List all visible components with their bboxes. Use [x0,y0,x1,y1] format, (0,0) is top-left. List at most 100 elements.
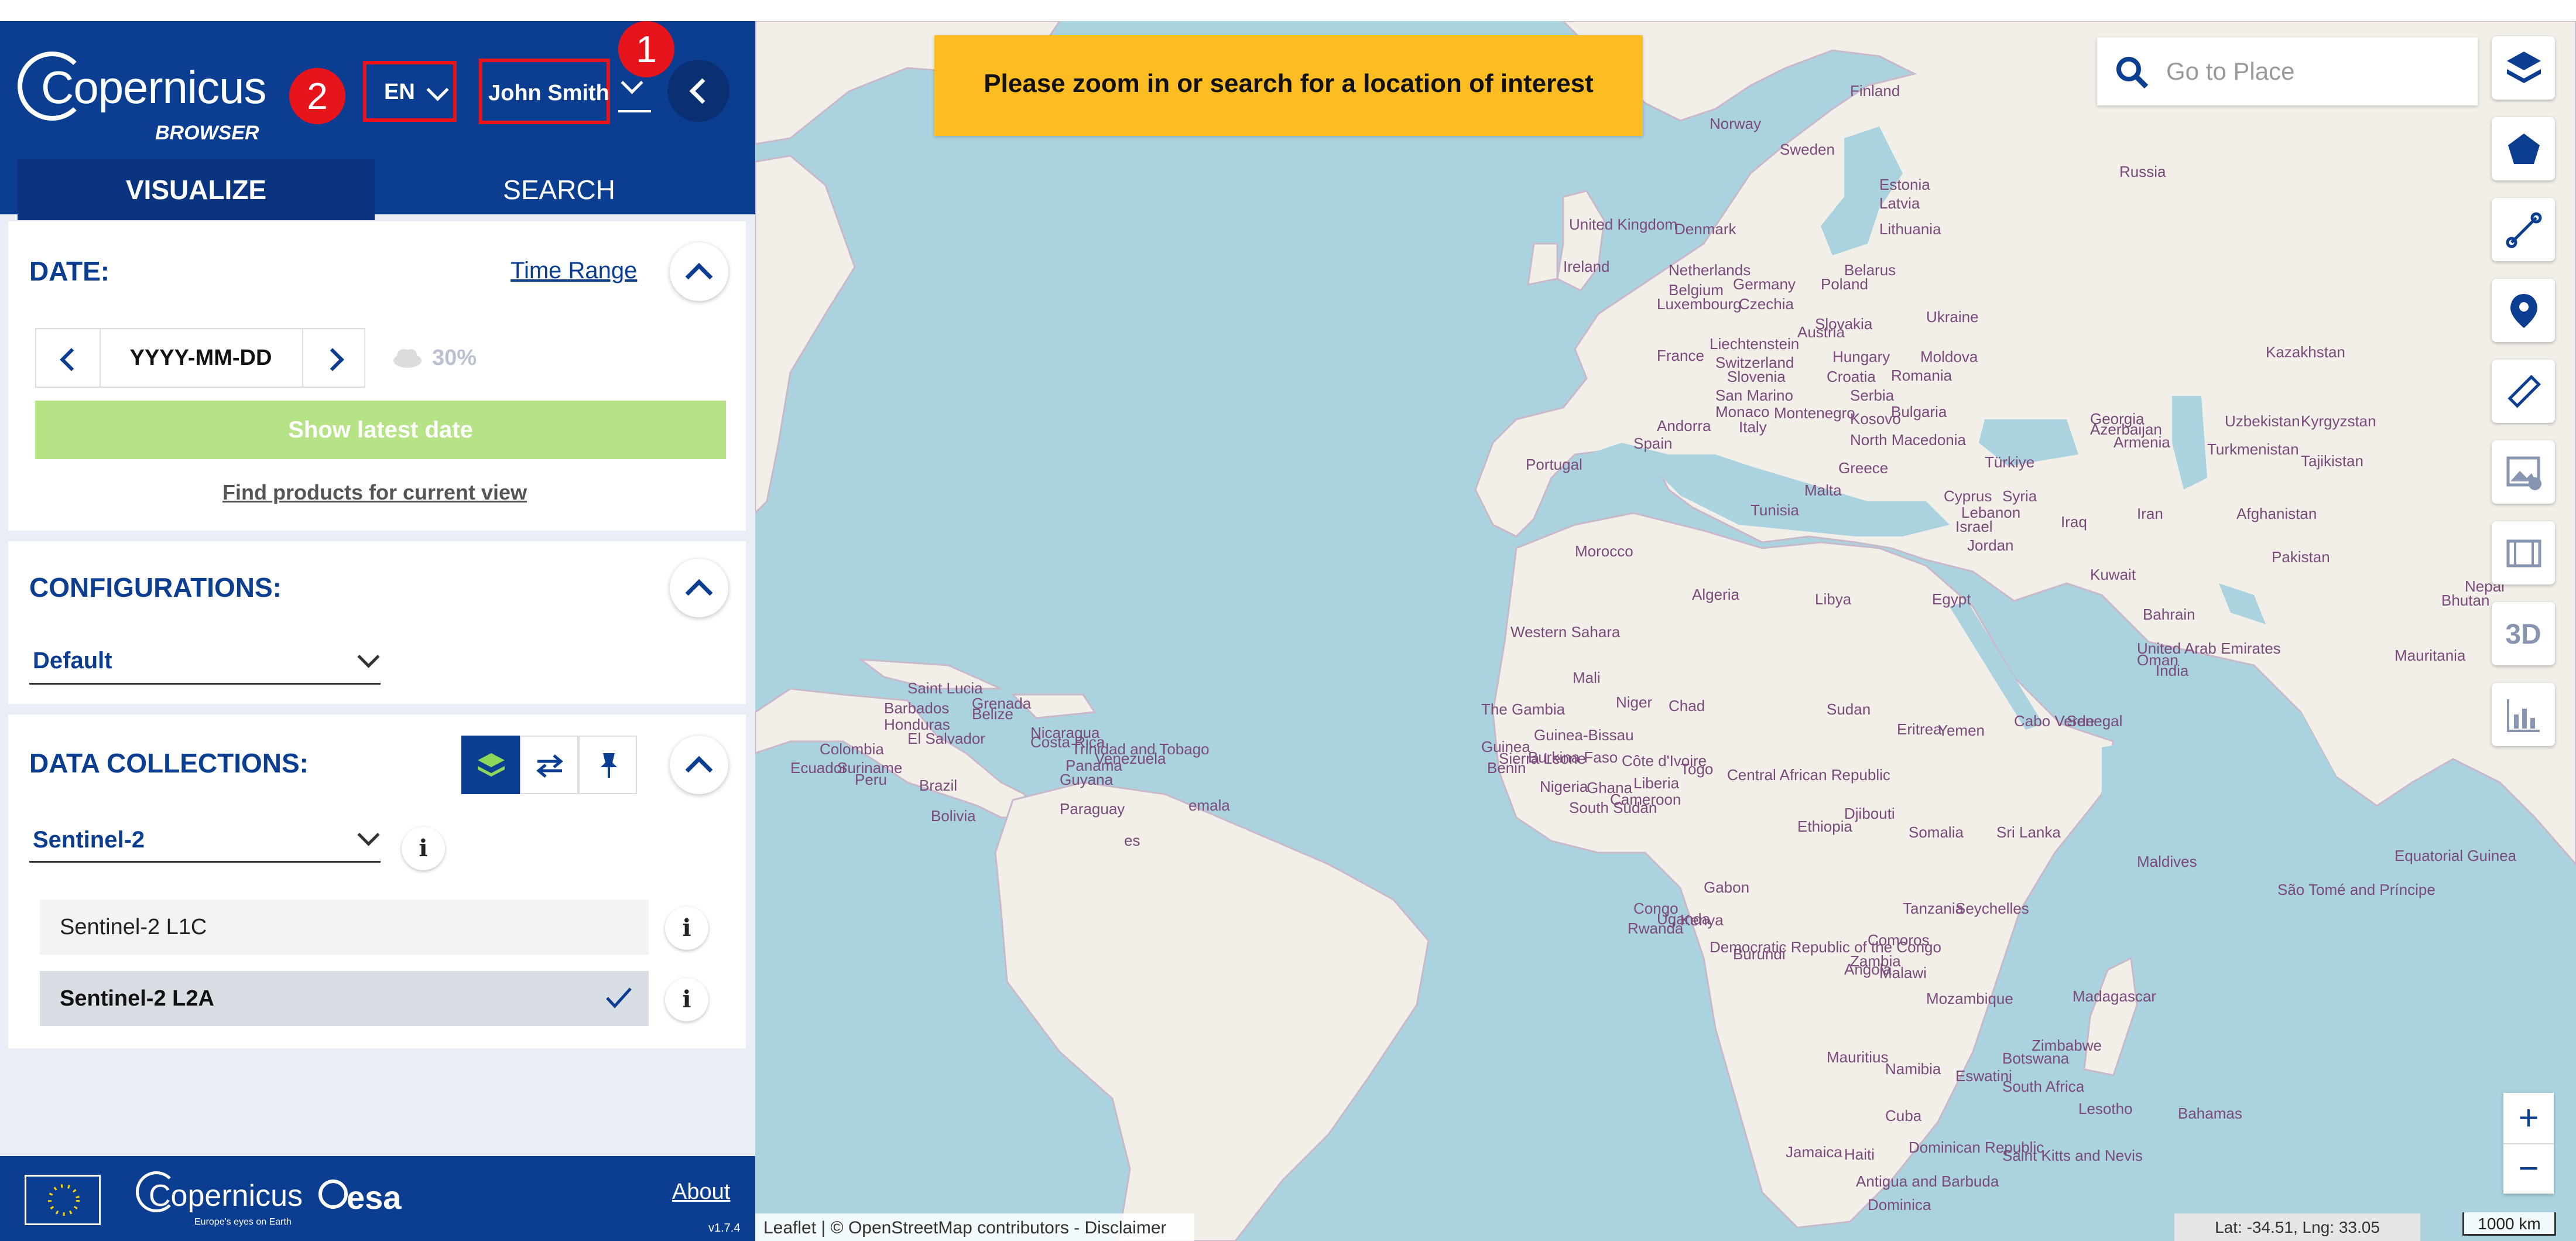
collection-item-l1c[interactable]: Sentinel-2 L1C [40,900,649,955]
timelapse-tool[interactable] [2492,521,2555,584]
pin-button[interactable] [578,736,637,794]
statistics-tool[interactable] [2492,683,2555,746]
map-label: Mauritania [2395,647,2466,664]
map-label: Italy [1739,418,1767,436]
map-label: Bolivia [931,807,976,825]
map-label: Mali [1573,669,1601,686]
draw-polygon-tool[interactable] [2492,117,2555,180]
tab-visualize[interactable]: VISUALIZE [18,159,375,220]
collapse-sidebar-button[interactable] [667,60,729,122]
layers-tool[interactable] [2492,36,2555,100]
version-label: v1.7.4 [708,1222,741,1235]
map-label: Guyana [1060,771,1114,788]
map-label: Burkina Faso [1528,748,1618,766]
map-label: Armenia [2113,433,2170,451]
map-label: Belize [972,705,1013,723]
l2a-info-button[interactable]: i [665,978,708,1021]
date-input[interactable]: YYYY-MM-DD [100,329,302,387]
l1c-info-button[interactable]: i [665,907,708,950]
sidebar-footer: Copernicus Europe's eyes on Earth esa Ab… [0,1156,755,1241]
map-label: Turkmenistan [2207,440,2299,458]
language-selector[interactable]: EN [363,61,457,122]
draw-line-tool[interactable] [2492,198,2555,261]
map-label: Central African Republic [1727,766,1890,784]
eu-flag-logo [25,1175,101,1225]
map-label: Peru [855,771,887,788]
map-label: Guinea-Bissau [1534,726,1634,744]
copernicus-browser-logo: Copernicus BROWSER [18,45,267,144]
map-label: Liechtenstein [1710,335,1800,353]
map-label: Kenya [1680,911,1724,929]
map-labels: Finland Norway Sweden Russia Estonia Latvia Li… [755,21,2576,1241]
map-label: Venezuela [1095,750,1166,767]
measure-tool[interactable] [2492,360,2555,423]
map-label: Lesotho [2078,1100,2133,1117]
map-label: Norway [1710,115,1762,132]
collection-item-label: Sentinel-2 L2A [60,986,214,1011]
chevron-left-icon [60,348,83,371]
compare-button[interactable] [520,736,578,794]
zoom-hint-text: Please zoom in or search for a location … [984,69,1594,98]
collapse-configurations-button[interactable] [670,559,728,617]
map-view[interactable]: Finland Norway Sweden Russia Estonia Latvia Li… [755,21,2576,1241]
zoom-in-button[interactable]: + [2503,1093,2554,1144]
prev-date-button[interactable] [36,329,101,387]
map-label: Mauritius [1827,1048,1889,1066]
3d-label: 3D [2505,619,2541,650]
image-download-tool[interactable] [2492,440,2555,504]
search-input[interactable]: Go to Place [2166,57,2294,86]
collection-value: Sentinel-2 [33,827,145,853]
film-icon [2506,539,2541,567]
esa-word: esa [347,1179,402,1216]
map-label: Algeria [1692,586,1739,603]
ruler-icon [2508,375,2541,408]
map-label: Malta [1804,481,1842,499]
3d-tool[interactable]: 3D [2492,602,2555,665]
map-label: Montenegro [1774,404,1855,422]
find-products-link[interactable]: Find products for current view [222,480,527,505]
logo-subtitle: BROWSER [155,122,259,144]
map-label: Jamaica [1786,1143,1842,1161]
attribution-text[interactable]: Leaflet | © OpenStreetMap contributors -… [763,1218,1167,1238]
map-label: Sweden [1780,141,1835,158]
map-label: France [1657,347,1704,364]
collection-select[interactable]: Sentinel-2 [29,819,381,863]
map-label: Kuwait [2090,566,2136,583]
date-picker: YYYY-MM-DD [35,328,365,388]
chevron-up-icon [685,579,713,607]
map-label: Togo [1680,760,1714,778]
next-date-button[interactable] [302,329,366,387]
map-label: United Kingdom [1569,216,1677,233]
configuration-select[interactable]: Default [29,641,381,685]
collapse-date-button[interactable] [670,242,728,301]
time-range-link[interactable]: Time Range [511,258,637,284]
place-search[interactable]: Go to Place [2097,37,2478,105]
about-link[interactable]: About [672,1180,730,1205]
chevron-down-icon [357,823,380,846]
map-label: Somalia [1909,823,1964,841]
map-label: Bahamas [2178,1105,2242,1122]
map-attribution: Leaflet | © OpenStreetMap contributors -… [755,1213,1194,1241]
map-label: Russia [2119,163,2166,180]
cloud-icon [393,349,422,368]
tab-search[interactable]: SEARCH [375,159,744,220]
map-label: Germany [1733,275,1796,293]
line-icon [2506,212,2542,248]
user-menu[interactable]: John Smith [479,59,610,124]
collapse-data-collections-button[interactable] [670,736,728,794]
poi-tool[interactable] [2492,279,2555,342]
map-label: Kyrgyzstan [2301,412,2376,430]
map-label: Estonia [1879,176,1930,193]
layers-view-button[interactable] [461,736,520,794]
map-label: Greece [1838,459,1889,477]
map-label: Lithuania [1879,220,1941,238]
map-label: Cuba [1885,1107,1922,1124]
show-latest-date-button[interactable]: Show latest date [35,401,726,459]
sidebar: Copernicus BROWSER 2 EN John Smith 1 VIS… [0,21,755,1241]
map-label: El Salvador [907,730,985,747]
user-underline [618,110,651,112]
collection-item-l2a[interactable]: Sentinel-2 L2A [40,971,649,1026]
zoom-out-button[interactable]: − [2503,1143,2554,1194]
configurations-panel: CONFIGURATIONS: Default [8,541,746,704]
collection-info-button[interactable]: i [402,827,445,870]
